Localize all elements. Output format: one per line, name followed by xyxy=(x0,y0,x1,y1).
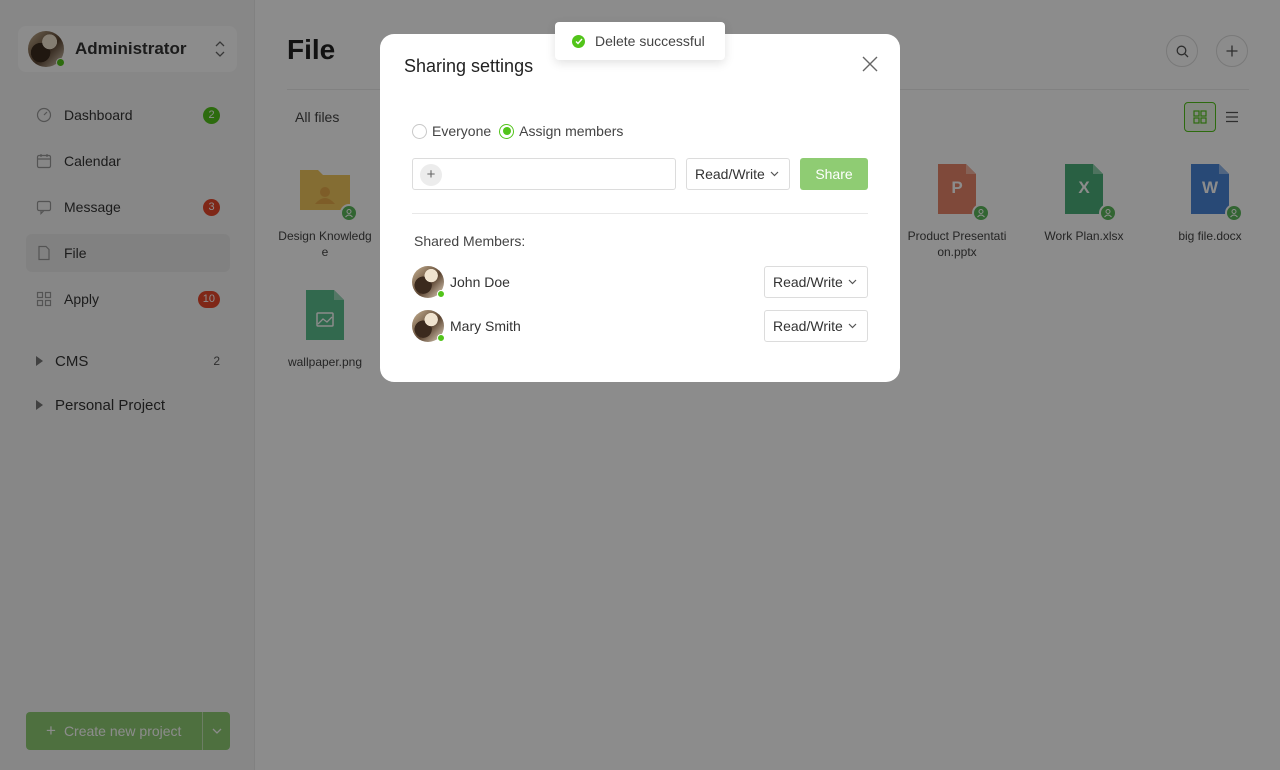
chevron-down-icon xyxy=(770,171,779,177)
chevron-down-icon xyxy=(848,323,857,329)
add-member-icon[interactable]: + xyxy=(420,164,442,186)
shared-member-row: Mary Smith Read/Write xyxy=(412,310,868,342)
dialog-title: Sharing settings xyxy=(404,56,534,76)
sharing-settings-dialog: Sharing settings Everyone Assign members… xyxy=(380,34,900,382)
permission-select-value: Read/Write xyxy=(695,166,765,182)
close-icon[interactable] xyxy=(860,54,880,74)
toast-message: Delete successful xyxy=(595,33,705,49)
shared-member-row: John Doe Read/Write xyxy=(412,266,868,298)
chevron-down-icon xyxy=(848,279,857,285)
share-button[interactable]: Share xyxy=(800,158,868,190)
member-permission-value: Read/Write xyxy=(773,274,843,290)
dialog-divider xyxy=(412,213,868,214)
share-scope-radio-group: Everyone Assign members xyxy=(412,123,631,139)
check-circle-icon xyxy=(572,34,585,48)
radio-label-assign-members[interactable]: Assign members xyxy=(519,123,623,139)
member-permission-value: Read/Write xyxy=(773,318,843,334)
radio-assign-members[interactable] xyxy=(499,123,515,139)
member-input[interactable] xyxy=(449,163,669,187)
online-status-dot xyxy=(437,334,445,342)
online-status-dot xyxy=(437,290,445,298)
shared-members-heading: Shared Members: xyxy=(414,233,526,249)
member-avatar-icon xyxy=(412,310,445,342)
member-avatar-icon xyxy=(412,266,445,298)
radio-everyone[interactable] xyxy=(412,123,427,139)
toast-notification: Delete successful xyxy=(555,22,725,60)
permission-select[interactable]: Read/Write xyxy=(686,158,790,190)
member-search-field[interactable]: + xyxy=(412,158,676,190)
member-name: Mary Smith xyxy=(450,318,521,334)
radio-label-everyone[interactable]: Everyone xyxy=(432,123,491,139)
member-permission-select[interactable]: Read/Write xyxy=(764,310,868,342)
member-permission-select[interactable]: Read/Write xyxy=(764,266,868,298)
member-name: John Doe xyxy=(450,274,510,290)
